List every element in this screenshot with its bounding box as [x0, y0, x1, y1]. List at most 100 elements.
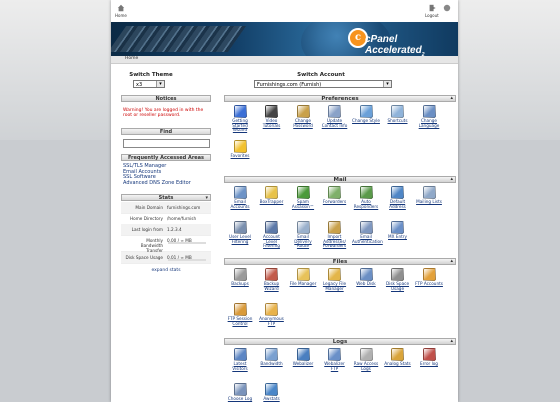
- change-style-item[interactable]: Change Style: [352, 105, 380, 124]
- shortcuts-icon: [391, 105, 404, 118]
- help-link[interactable]: [443, 4, 451, 13]
- user-level-filtering-icon: [233, 221, 247, 234]
- find-input[interactable]: [123, 139, 210, 148]
- icon-label: Change Password: [293, 118, 313, 128]
- forwarders-item[interactable]: Forwarders: [321, 186, 349, 205]
- switch-account-value: Furnishings.com (Furnish): [257, 82, 322, 88]
- icon-label: Backups: [231, 281, 249, 286]
- logout-label: Logout: [425, 13, 439, 18]
- expand-stats-link[interactable]: expand stats: [121, 268, 211, 273]
- email-authentication-item[interactable]: Email Authentication: [352, 221, 383, 244]
- boxtrapper-item[interactable]: BoxTrapper: [258, 186, 286, 205]
- default-address-icon: [391, 186, 404, 199]
- shortcuts-item[interactable]: Shortcuts: [384, 105, 412, 124]
- raw-access-logs-item[interactable]: Raw Access Logs: [352, 348, 380, 371]
- collapse-icon[interactable]: ▴: [450, 258, 453, 264]
- brand-suffix: Accelerated: [365, 45, 422, 56]
- switch-account-label: Switch Account: [297, 72, 345, 78]
- account-level-filtering-item[interactable]: Account Level Filtering: [258, 221, 286, 249]
- switch-account-select[interactable]: Furnishings.com (Furnish) ▾: [254, 80, 392, 88]
- chevron-down-icon[interactable]: ▾: [205, 195, 208, 201]
- latest-visitors-icon: [233, 348, 247, 361]
- switch-theme-select[interactable]: x3 ▾: [133, 80, 165, 88]
- auto-responders-icon: [359, 186, 373, 199]
- ftp-accounts-item[interactable]: FTP Accounts: [415, 268, 443, 287]
- server-rack-graphic: [111, 26, 247, 52]
- getting-started-icon: [233, 105, 247, 118]
- account-level-filtering-icon: [265, 221, 278, 234]
- change-language-item[interactable]: Change Language: [415, 105, 443, 128]
- chevron-down-icon: ▾: [156, 81, 164, 87]
- icon-label: Anonymous FTP: [259, 316, 284, 326]
- default-address-item[interactable]: Default Address: [384, 186, 412, 209]
- user-level-filtering-item[interactable]: User Level Filtering: [226, 221, 254, 244]
- icon-label: Change Style: [352, 118, 380, 123]
- anonymous-ftp-item[interactable]: Anonymous FTP: [258, 303, 286, 326]
- frequent-link[interactable]: Advanced DNS Zone Editor: [123, 180, 191, 187]
- error-log-item[interactable]: Error log: [415, 348, 443, 367]
- stat-value: furnishings.com: [167, 205, 201, 210]
- mailing-lists-icon: [422, 186, 436, 199]
- disk-space-usage-item[interactable]: Disk Space Usage: [384, 268, 412, 291]
- backup-wizard-item[interactable]: Backup Wizard: [258, 268, 286, 291]
- collapse-icon[interactable]: ▴: [450, 95, 453, 101]
- chevron-down-icon: ▾: [383, 81, 391, 87]
- video-tutorials-item[interactable]: Video Tutorials: [258, 105, 286, 128]
- web-disk-item[interactable]: Web Disk: [352, 268, 380, 287]
- file-manager-item[interactable]: File Manager: [289, 268, 317, 287]
- contact-info-item[interactable]: Update Contact Info: [321, 105, 349, 128]
- mailing-lists-item[interactable]: Mailing Lists: [415, 186, 443, 205]
- mx-entry-item[interactable]: MX Entry: [384, 221, 412, 240]
- favorites-item[interactable]: Favorites: [226, 140, 254, 159]
- bandwidth-bar: [168, 242, 206, 244]
- collapse-icon[interactable]: ▴: [450, 338, 453, 344]
- icon-label: Shortcuts: [387, 118, 408, 123]
- email-accounts-icon: [233, 186, 247, 199]
- choose-log-programs-icon: [233, 383, 247, 396]
- forwarders-icon: [328, 186, 341, 199]
- analog-stats-item[interactable]: Analog Stats: [384, 348, 412, 367]
- webalizer-ftp-item[interactable]: Webalizer FTP: [321, 348, 349, 371]
- icon-label: Mailing Lists: [416, 199, 442, 204]
- ftp-accounts-icon: [422, 268, 436, 281]
- stat-key: Main Domain: [135, 205, 163, 210]
- change-password-item[interactable]: Change Password: [289, 105, 317, 128]
- awstats-item[interactable]: Awstats: [258, 383, 286, 402]
- import-addresses-item[interactable]: Import Addresses/ Forwarders: [321, 221, 349, 249]
- mail-header: Mail ▴: [224, 176, 456, 183]
- getting-started-item[interactable]: Getting Started Wizard: [226, 105, 254, 133]
- stats-header: Stats ▾: [121, 194, 211, 201]
- home-link[interactable]: Home: [115, 4, 127, 18]
- collapse-icon[interactable]: ▴: [450, 176, 453, 182]
- webalizer-item[interactable]: Webalizer: [289, 348, 317, 367]
- section-title: Preferences: [321, 96, 359, 102]
- backups-item[interactable]: Backups: [226, 268, 254, 287]
- legacy-file-manager-item[interactable]: Legacy File Manager: [321, 268, 349, 291]
- brand-prefix: cPanel: [365, 34, 398, 45]
- stat-key: Last login from: [131, 227, 163, 232]
- bandwidth-item[interactable]: Bandwidth: [258, 348, 286, 367]
- icon-label: Favorites: [230, 153, 250, 158]
- favorites-icon: [233, 140, 247, 153]
- cpanel-page: Home Logout c cPanel Accelerated2 Home S…: [111, 0, 458, 402]
- icon-label: Change Language: [418, 118, 440, 128]
- icon-label: Awstats: [263, 396, 280, 401]
- icon-label: Import Addresses/ Forwarders: [322, 234, 347, 249]
- breadcrumb-home[interactable]: Home: [125, 56, 138, 61]
- latest-visitors-item[interactable]: Latest Visitors: [226, 348, 254, 371]
- web-disk-icon: [359, 268, 373, 281]
- email-accounts-item[interactable]: Email Accounts: [226, 186, 254, 209]
- spam-assassin-icon: [296, 186, 310, 199]
- icon-label: Latest Visitors: [232, 361, 248, 371]
- help-icon: [443, 4, 451, 12]
- webalizer-ftp-icon: [328, 348, 341, 361]
- auto-responders-item[interactable]: Auto Responders: [352, 186, 380, 209]
- logout-link[interactable]: Logout: [425, 4, 439, 18]
- webalizer-icon: [296, 348, 310, 361]
- email-delivery-route-item[interactable]: Email Delivery Route: [289, 221, 317, 249]
- ftp-session-control-item[interactable]: FTP Session Control: [226, 303, 254, 326]
- breadcrumb: Home: [111, 56, 458, 64]
- preferences-header: Preferences ▴: [224, 95, 456, 102]
- spam-assassin-item[interactable]: Spam Assassin™: [289, 186, 317, 209]
- choose-log-programs-item[interactable]: Choose Log Programs: [226, 383, 254, 402]
